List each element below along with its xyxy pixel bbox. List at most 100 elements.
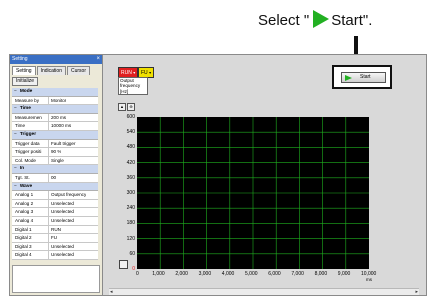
tab-setting[interactable]: Setting [12,66,36,75]
property-table: − Mode Measure by Monitor − Time Measuremen 200… [12,88,98,260]
x-tick-label: 2,000 [175,271,188,277]
property-value[interactable]: 90 % [49,148,61,156]
property-row[interactable]: Digital 4 Unselected [12,251,98,260]
section-label: Wave [19,183,33,189]
section-header[interactable]: − Mode [12,88,98,97]
horizontal-scrollbar[interactable]: ◂ ▸ [109,288,419,295]
property-row[interactable]: Trigger positi 90 % [12,148,98,157]
property-row[interactable]: Tgt. St. 00 [12,173,98,183]
property-key: Trigger positi [12,148,49,156]
property-key: Analog 1 [12,191,49,199]
x-tick-label: 5,000 [245,271,258,277]
y-tick-label: 360 [126,174,135,181]
fu-tag-label: FU [141,70,148,76]
property-key: Measure by [12,96,49,105]
property-key: Analog 2 [12,199,49,208]
section-header[interactable]: − In [12,165,98,174]
tab-cursor[interactable]: Cursor [66,66,90,75]
property-value[interactable]: Unselected [49,200,74,208]
settings-title: Setting [12,56,28,62]
property-value[interactable]: Monitor [49,97,66,105]
property-key: Time [12,122,49,130]
settings-tabs: Setting Indication Cursor [10,64,102,75]
property-key: Digital 2 [12,234,49,242]
y-tick-label: 300 [126,190,135,196]
instruction-text: Select " Start". [258,10,372,29]
scroll-left-icon[interactable]: ◂ [110,289,113,295]
property-row[interactable]: Time 10000 ms [12,122,98,131]
property-value[interactable]: Single [49,157,64,165]
property-row[interactable]: Trigger data Fault trigger [12,139,98,149]
collapse-icon[interactable]: − [14,132,17,137]
property-row[interactable]: Col. Mode Single [12,156,98,166]
section-label: Mode [19,89,33,94]
legend-line: [Hz] [120,88,129,94]
settings-titlebar: Setting × [10,55,102,64]
initialize-button[interactable]: Initialize [12,77,38,86]
x-tick-label: 6,000 [268,271,281,277]
application-window: Setting × Setting Indication Cursor Init… [9,54,427,296]
property-value[interactable]: 200 ms [49,114,66,122]
property-key: Analog 4 [12,216,49,225]
property-row[interactable]: Analog 2 Unselected [12,199,98,209]
property-key: Trigger data [12,139,49,148]
property-row[interactable]: Analog 3 Unselected [12,208,98,217]
property-value[interactable]: RUN [49,226,61,234]
property-row[interactable]: Digital 2 FU [12,234,98,243]
close-icon[interactable]: × [96,55,100,64]
instruction-prefix: Select " [258,12,310,29]
property-value[interactable]: Unselected [49,243,74,251]
zoom-icon[interactable]: ⊕ [127,103,135,111]
chart-area: RUN ▾ FU ▾ Output frequency [Hz] ▲ ⊕ 600… [103,55,426,295]
scroll-right-icon[interactable]: ▸ [415,289,418,295]
description-pane [12,265,100,293]
property-key: Digital 3 [12,242,49,251]
scroll-down-button[interactable] [119,260,128,269]
scroll-up-icon[interactable]: ▲ [118,103,126,111]
property-key: Digital 1 [12,225,49,234]
x-axis-unit: ms [366,277,372,282]
dropdown-icon[interactable]: ▾ [149,70,151,75]
y-axis-legend: Output frequency [Hz] [118,77,148,96]
property-key: Col. Mode [12,156,49,165]
section-header[interactable]: − Time [12,105,98,114]
tab-indication[interactable]: Indication [36,66,66,75]
y-tick-label: 540 [126,129,135,136]
section-label: Trigger [19,131,37,137]
y-tick-label: 120 [126,235,135,242]
x-tick-label: 0 [136,271,139,277]
y-tick-label: 480 [126,144,135,151]
play-icon [345,74,352,81]
property-row[interactable]: Analog 1 Output frequency [12,191,98,200]
property-row[interactable]: Digital 1 RUN [12,225,98,235]
collapse-icon[interactable]: − [14,106,17,111]
property-key: Tgt. St. [12,173,49,182]
property-row[interactable]: Digital 3 Unselected [12,242,98,252]
property-key: Digital 4 [12,251,49,259]
property-row[interactable]: Analog 4 Unselected [12,216,98,226]
x-tick-label: 1,000 [152,271,165,277]
x-tick-label: 7,000 [291,271,304,277]
start-button[interactable]: Start [341,72,386,83]
dropdown-icon[interactable]: ▾ [133,70,135,75]
property-value[interactable]: FU [49,234,57,242]
property-value[interactable]: Unselected [49,251,74,259]
property-value[interactable]: Unselected [49,217,74,225]
property-value[interactable]: Unselected [49,208,74,216]
settings-panel: Setting × Setting Indication Cursor Init… [10,55,103,295]
collapse-icon[interactable]: − [14,89,17,94]
property-value[interactable]: Output frequency [49,191,86,199]
y-tick-label: 240 [126,205,135,212]
property-value[interactable]: 00 [49,174,56,182]
y-tick-label: 180 [126,220,135,227]
property-row[interactable]: Measure by Monitor [12,96,98,106]
property-value[interactable]: Fault trigger [49,140,76,148]
section-header[interactable]: − Trigger [12,130,98,140]
waveform-plot[interactable] [137,117,369,269]
property-row[interactable]: Measuremen 200 ms [12,113,98,123]
collapse-icon[interactable]: − [14,166,17,171]
collapse-icon[interactable]: − [14,184,17,189]
property-value[interactable]: 10000 ms [49,122,71,130]
section-header[interactable]: − Wave [12,182,98,192]
section-label: In [19,166,25,172]
